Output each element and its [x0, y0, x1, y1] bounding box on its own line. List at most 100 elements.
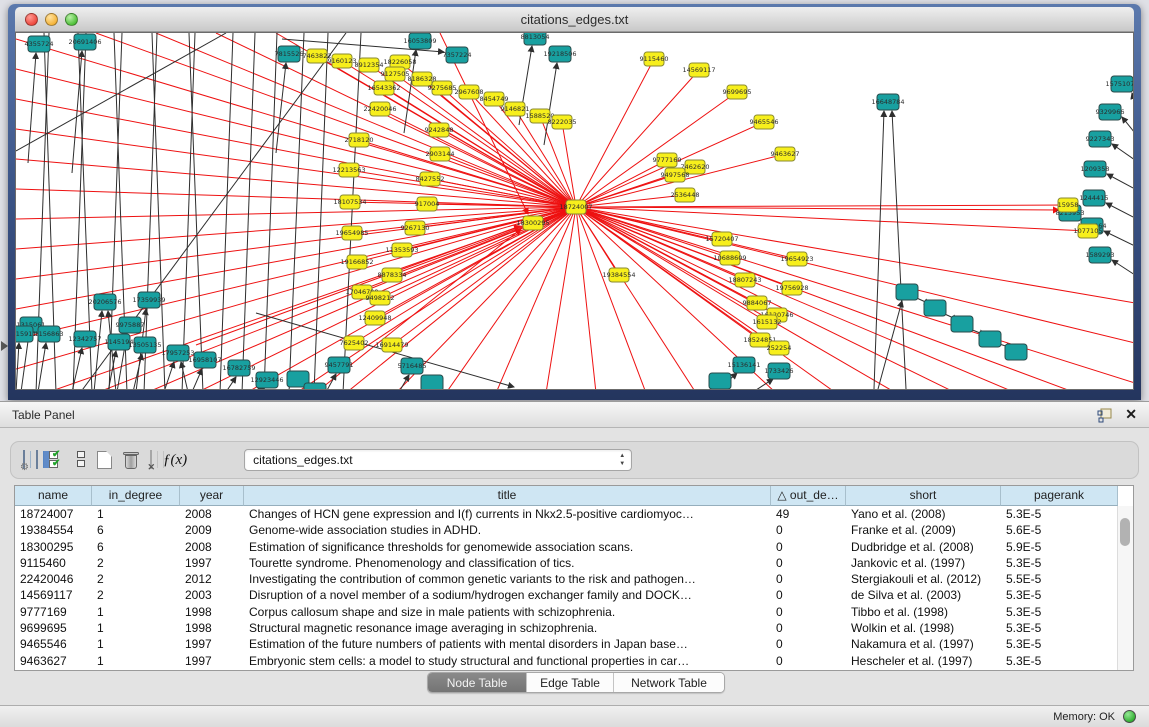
graph-node-label: 16053809 [403, 37, 436, 45]
function-builder-icon[interactable]: ƒ(x) [163, 452, 187, 469]
red-edge [349, 170, 576, 207]
clear-selection-icon[interactable] [76, 451, 86, 469]
cell: Hescheler et al. (1997) [846, 653, 1001, 669]
cell: Stergiakouli et al. (2012) [846, 571, 1001, 587]
graph-node-label: 16782759 [222, 364, 255, 372]
graph-node-label: 14569117 [682, 66, 715, 74]
select-column-icon[interactable] [36, 451, 38, 469]
black-edge [226, 377, 236, 390]
cell: de Silva et al. (2003) [846, 587, 1001, 603]
memory-status-label: Memory: OK [1053, 711, 1115, 723]
graph-node-label: 12213563 [332, 166, 365, 174]
tab-node-table[interactable]: Node Table [428, 673, 526, 692]
graph-node-label: 16958107 [188, 356, 221, 364]
network-graph: 4355724206914067815526160538097357224881… [16, 33, 1134, 390]
graph-node-label: 15720407 [705, 235, 738, 243]
cell: Disruption of a novel member of a sodium… [244, 587, 771, 603]
graph-node-label: 12409948 [358, 314, 391, 322]
column-header-short[interactable]: short [846, 486, 1001, 506]
select-all-icon[interactable]: ✔ ✔ [49, 451, 65, 469]
vertical-scrollbar[interactable] [1117, 506, 1133, 670]
graph-node-label: 16543362 [367, 84, 400, 92]
red-edge [576, 205, 1068, 207]
black-edge [182, 33, 195, 390]
table-row[interactable]: 1456911722003Disruption of a novel membe… [15, 587, 1133, 603]
cell: 0 [771, 587, 846, 603]
cell: 5.3E-5 [1001, 555, 1118, 571]
cell: 5.3E-5 [1001, 506, 1118, 522]
graph-node-label: 9884067 [743, 299, 772, 307]
window-title: citations_edges.txt [15, 12, 1134, 27]
graph-node-teal[interactable] [951, 316, 973, 332]
table-settings-icon[interactable]: ⚙ [23, 451, 25, 469]
cell: Franke et al. (2009) [846, 522, 1001, 538]
graph-node-label: 20206576 [88, 298, 121, 306]
graph-node-label: 1589293 [1086, 251, 1115, 259]
cell: 9115460 [15, 555, 92, 571]
table-row[interactable]: 1938455462009Genome-wide association stu… [15, 522, 1133, 538]
graph-node-teal[interactable] [979, 331, 1001, 347]
graph-node-teal[interactable] [1005, 344, 1027, 360]
black-edge [892, 111, 906, 389]
red-edge [576, 207, 696, 390]
network-view-window: citations_edges.txt 43557242069140678155… [8, 4, 1141, 400]
graph-node-label: 9463627 [771, 150, 800, 158]
cell: 18724007 [15, 506, 92, 522]
column-header-out_de[interactable]: △ out_de… [771, 486, 846, 506]
black-edge [276, 63, 286, 153]
cell: 0 [771, 571, 846, 587]
table-row[interactable]: 1830029562008Estimation of significance … [15, 539, 1133, 555]
table-row[interactable]: 946554611997Estimation of the future num… [15, 636, 1133, 652]
tab-network-table[interactable]: Network Table [613, 673, 724, 692]
column-header-name[interactable]: name [15, 486, 92, 506]
cell: 5.3E-5 [1001, 587, 1118, 603]
window-titlebar[interactable]: citations_edges.txt [15, 7, 1134, 32]
float-panel-icon[interactable] [1097, 408, 1113, 423]
cell: 5.9E-5 [1001, 539, 1118, 555]
cell: 14569117 [15, 587, 92, 603]
memory-ok-indicator-icon[interactable] [1123, 710, 1136, 723]
graph-node-teal[interactable] [709, 373, 731, 389]
table-selector-dropdown[interactable]: citations_edges.txt ▲▼ [244, 449, 632, 471]
table-row[interactable]: 1872400712008Changes of HCN gene express… [15, 506, 1133, 522]
graph-node-label: 8912354 [355, 61, 384, 69]
close-panel-icon[interactable]: ✕ [1125, 406, 1137, 423]
graph-node-label: 9329966 [1096, 108, 1125, 116]
graph-node-label: 9975887 [116, 321, 145, 329]
graph-node-label: 19218506 [543, 50, 576, 58]
graph-node-teal[interactable] [924, 300, 946, 316]
table-row[interactable]: 2242004622012Investigating the contribut… [15, 571, 1133, 587]
red-edge [576, 207, 1134, 383]
cell: Jankovic et al. (1997) [846, 555, 1001, 571]
collapsed-panel-arrow-icon[interactable] [1, 341, 8, 351]
cell: 49 [771, 506, 846, 522]
table-row[interactable]: 969969511998Structural magnetic resonanc… [15, 620, 1133, 636]
cell: 5.6E-5 [1001, 522, 1118, 538]
table-row[interactable]: 946362711997Embryonic stem cells: a mode… [15, 653, 1133, 669]
table-toolbar: ⚙ ✔ ✔ ✕ ƒ(x) citations_edges.txt ▲▼ [10, 441, 1139, 479]
graph-node-label: 20691406 [68, 38, 101, 46]
column-header-year[interactable]: year [180, 486, 244, 506]
table-row[interactable]: 911546021997Tourette syndrome. Phenomeno… [15, 555, 1133, 571]
scrollbar-thumb[interactable] [1120, 518, 1130, 546]
graph-node-teal[interactable] [304, 383, 326, 390]
cell: Changes of HCN gene expression and I(f) … [244, 506, 771, 522]
column-header-in_degree[interactable]: in_degree [92, 486, 180, 506]
black-edge [1132, 93, 1134, 103]
graph-node-label: 5716485 [398, 362, 427, 370]
delete-trash-icon[interactable] [123, 451, 139, 469]
graph-node-teal[interactable] [421, 375, 443, 390]
tab-edge-table[interactable]: Edge Table [526, 673, 613, 692]
cell: Genome-wide association studies in ADHD. [244, 522, 771, 538]
column-header-pagerank[interactable]: pagerank [1001, 486, 1118, 506]
cell: 5.3E-5 [1001, 636, 1118, 652]
column-header-title[interactable]: title [244, 486, 771, 506]
network-canvas[interactable]: 4355724206914067815526160538097357224881… [15, 32, 1134, 390]
new-document-icon[interactable] [97, 451, 112, 469]
black-edge [1112, 144, 1134, 160]
table-row[interactable]: 977716911998Corpus callosum shape and si… [15, 604, 1133, 620]
graph-node-teal[interactable] [896, 284, 918, 300]
black-edge [220, 33, 233, 390]
black-edge [1112, 260, 1134, 275]
cell: 1 [92, 620, 180, 636]
